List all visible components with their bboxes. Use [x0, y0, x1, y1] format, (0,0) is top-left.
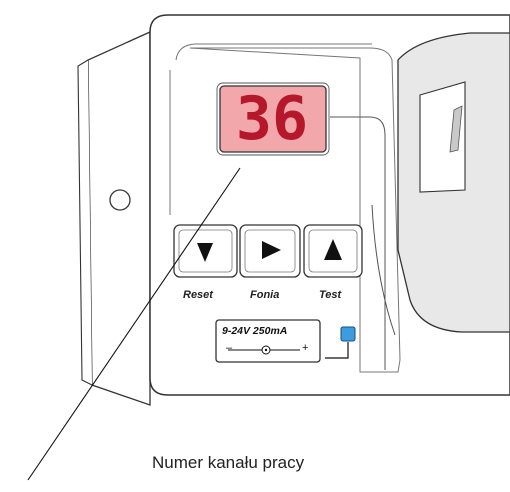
channel-number: 36	[235, 84, 309, 154]
status-led	[340, 326, 356, 342]
test-label: Test	[319, 289, 342, 301]
power-plus: +	[302, 342, 309, 354]
button-fonia-frame[interactable]	[239, 224, 301, 278]
caption: Numer kanału pracy	[152, 453, 305, 472]
button-test-frame[interactable]	[303, 224, 363, 278]
power-spec: 9-24V 250mA – +	[218, 322, 318, 362]
fonia-label: Fonia	[250, 289, 280, 301]
power-spec-text: 9-24V 250mA	[222, 325, 288, 337]
power-minus: –	[226, 342, 233, 354]
device-illustration	[27, 14, 510, 481]
mounting-hole	[109, 189, 131, 211]
reset-label: Reset	[183, 289, 213, 301]
